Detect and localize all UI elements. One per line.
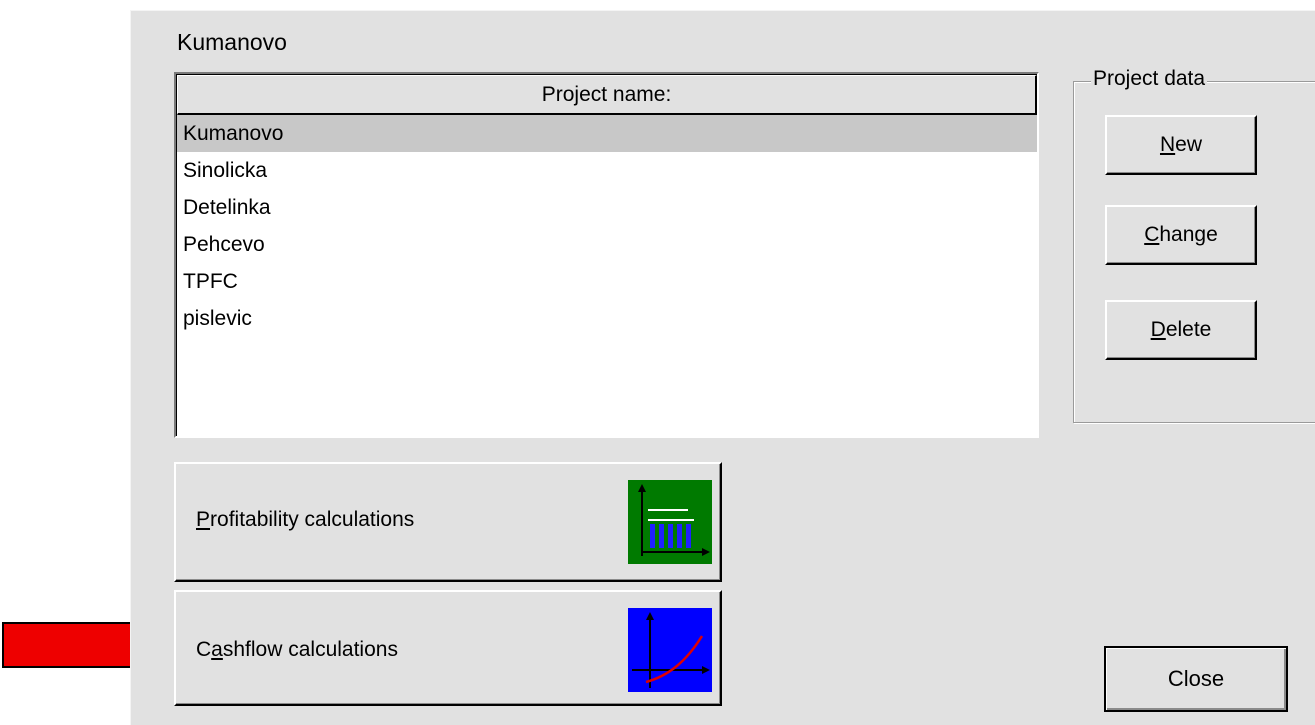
curve-chart-icon <box>628 608 712 692</box>
new-button-label: New <box>1159 133 1203 156</box>
cashflow-calculations-button[interactable]: Cashflow calculations <box>174 590 722 706</box>
project-data-group-label: Project data <box>1091 67 1208 91</box>
list-item[interactable]: Kumanovo <box>177 115 1037 152</box>
bar-chart-icon <box>628 480 712 564</box>
profitability-calculations-label: Profitability calculations <box>196 508 415 531</box>
list-item[interactable]: Detelinka <box>177 189 1037 226</box>
project-dialog: Kumanovo Project name: Kumanovo Sinolick… <box>130 10 1315 725</box>
change-button-label: Change <box>1144 223 1218 246</box>
list-item[interactable]: Pehcevo <box>177 226 1037 263</box>
current-project-title: Kumanovo <box>177 29 287 55</box>
new-button[interactable]: New <box>1105 115 1257 175</box>
close-button[interactable]: Close <box>1104 646 1288 712</box>
list-item[interactable]: Sinolicka <box>177 152 1037 189</box>
delete-button-label: Delete <box>1150 318 1212 341</box>
change-button[interactable]: Change <box>1105 205 1257 265</box>
list-item[interactable]: pislevic <box>177 300 1037 337</box>
project-name-column-header[interactable]: Project name: <box>177 75 1037 115</box>
profitability-calculations-button[interactable]: Profitability calculations <box>174 462 722 582</box>
list-item[interactable]: TPFC <box>177 263 1037 300</box>
project-list[interactable]: Project name: Kumanovo Sinolicka Detelin… <box>174 72 1039 438</box>
cashflow-calculations-label: Cashflow calculations <box>196 638 398 661</box>
delete-button[interactable]: Delete <box>1105 300 1257 360</box>
